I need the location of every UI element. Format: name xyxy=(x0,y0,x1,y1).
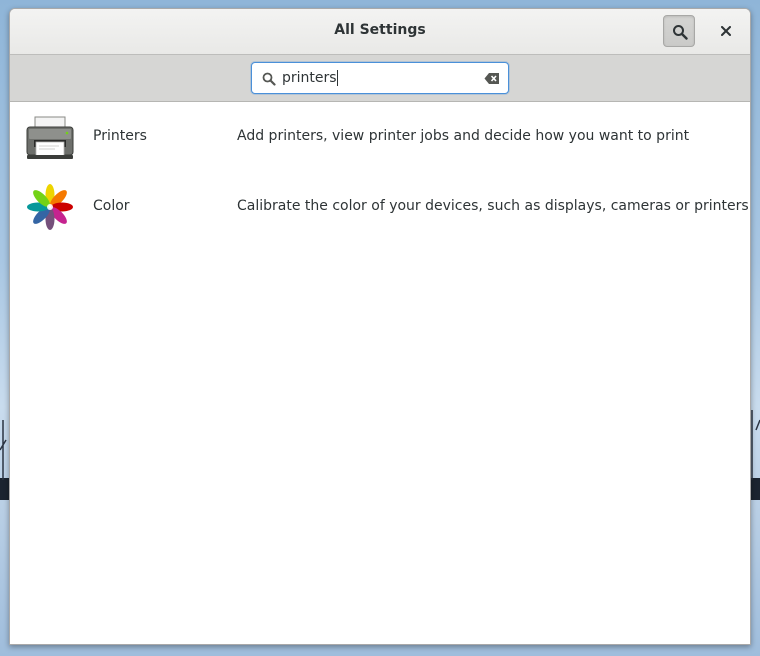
search-bar: printers xyxy=(10,55,750,102)
color-icon xyxy=(27,184,73,230)
close-icon xyxy=(721,26,731,36)
clear-text-icon[interactable] xyxy=(484,72,500,85)
headerbar: All Settings xyxy=(10,9,750,55)
result-description: Add printers, view printer jobs and deci… xyxy=(237,128,690,144)
search-input-value: printers xyxy=(282,70,338,86)
close-button[interactable] xyxy=(711,16,741,46)
search-toggle-button[interactable] xyxy=(663,15,695,47)
window-title: All Settings xyxy=(334,22,426,38)
settings-window: All Settings printers Printers Add print… xyxy=(9,8,751,645)
result-name: Printers xyxy=(93,128,147,144)
result-row-color[interactable]: Color Calibrate the color of your device… xyxy=(10,172,750,242)
result-description: Calibrate the color of your devices, suc… xyxy=(237,198,749,214)
search-icon xyxy=(262,72,276,86)
result-row-printers[interactable]: Printers Add printers, view printer jobs… xyxy=(10,102,750,172)
result-name: Color xyxy=(93,198,130,214)
search-input[interactable]: printers xyxy=(251,62,509,94)
printer-icon xyxy=(26,116,74,159)
results-list: Printers Add printers, view printer jobs… xyxy=(10,102,750,242)
search-icon xyxy=(673,25,688,40)
